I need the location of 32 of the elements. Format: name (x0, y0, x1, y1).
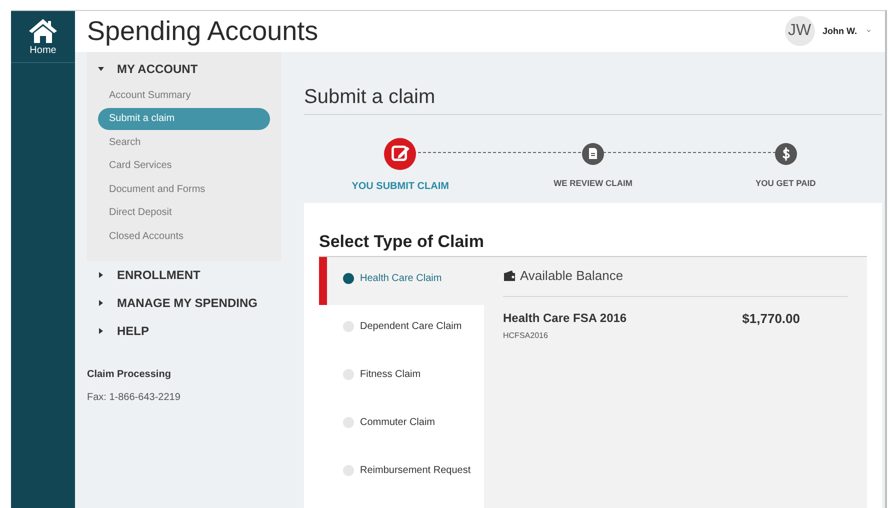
fax-number: Fax: 1-866-643-2219 (87, 391, 182, 405)
step-label: YOU GET PAID (756, 176, 816, 190)
caret-right-icon[interactable] (97, 327, 105, 335)
nav-item[interactable]: Document and Forms (98, 178, 270, 200)
home-icon[interactable] (28, 18, 58, 44)
nav-item[interactable]: Card Services (98, 154, 270, 176)
balance-title: Available Balance (520, 267, 624, 286)
caret-icon[interactable]: ⌄ (865, 22, 873, 36)
caret-right-icon[interactable] (97, 271, 105, 279)
nav-section[interactable]: ENROLLMENT (117, 266, 200, 284)
page-title: Submit a claim (304, 82, 882, 114)
step-label: WE REVIEW CLAIM (554, 176, 632, 190)
home-label[interactable]: Home (30, 46, 56, 56)
account-balance: $1,770.00 (742, 310, 800, 328)
nav-section[interactable]: MANAGE MY SPENDING (117, 294, 258, 312)
nav-item[interactable]: Search (98, 131, 270, 153)
wallet-icon (503, 270, 516, 282)
nav-item[interactable]: Direct Deposit (98, 202, 270, 224)
step-label: YOU SUBMIT CLAIM (352, 180, 449, 194)
app-title: Spending Accounts (87, 15, 320, 48)
nav-section[interactable]: MY ACCOUNT (117, 60, 198, 78)
account-name: Health Care FSA 2016 (503, 310, 628, 326)
nav-item[interactable]: Account Summary (98, 84, 270, 106)
nav-item[interactable]: Closed Accounts (98, 225, 270, 247)
caret-right-icon[interactable] (97, 299, 105, 307)
account-code: HCFSA2016 (503, 330, 549, 342)
claim-type-option[interactable]: Health Care Claim (319, 256, 484, 304)
contact-title: Claim Processing (87, 368, 172, 382)
user-avatar[interactable]: JW (784, 16, 814, 46)
nav-section[interactable]: HELP (117, 322, 150, 340)
caret-down-icon[interactable] (97, 64, 105, 72)
user-name[interactable]: John W. (822, 24, 857, 38)
